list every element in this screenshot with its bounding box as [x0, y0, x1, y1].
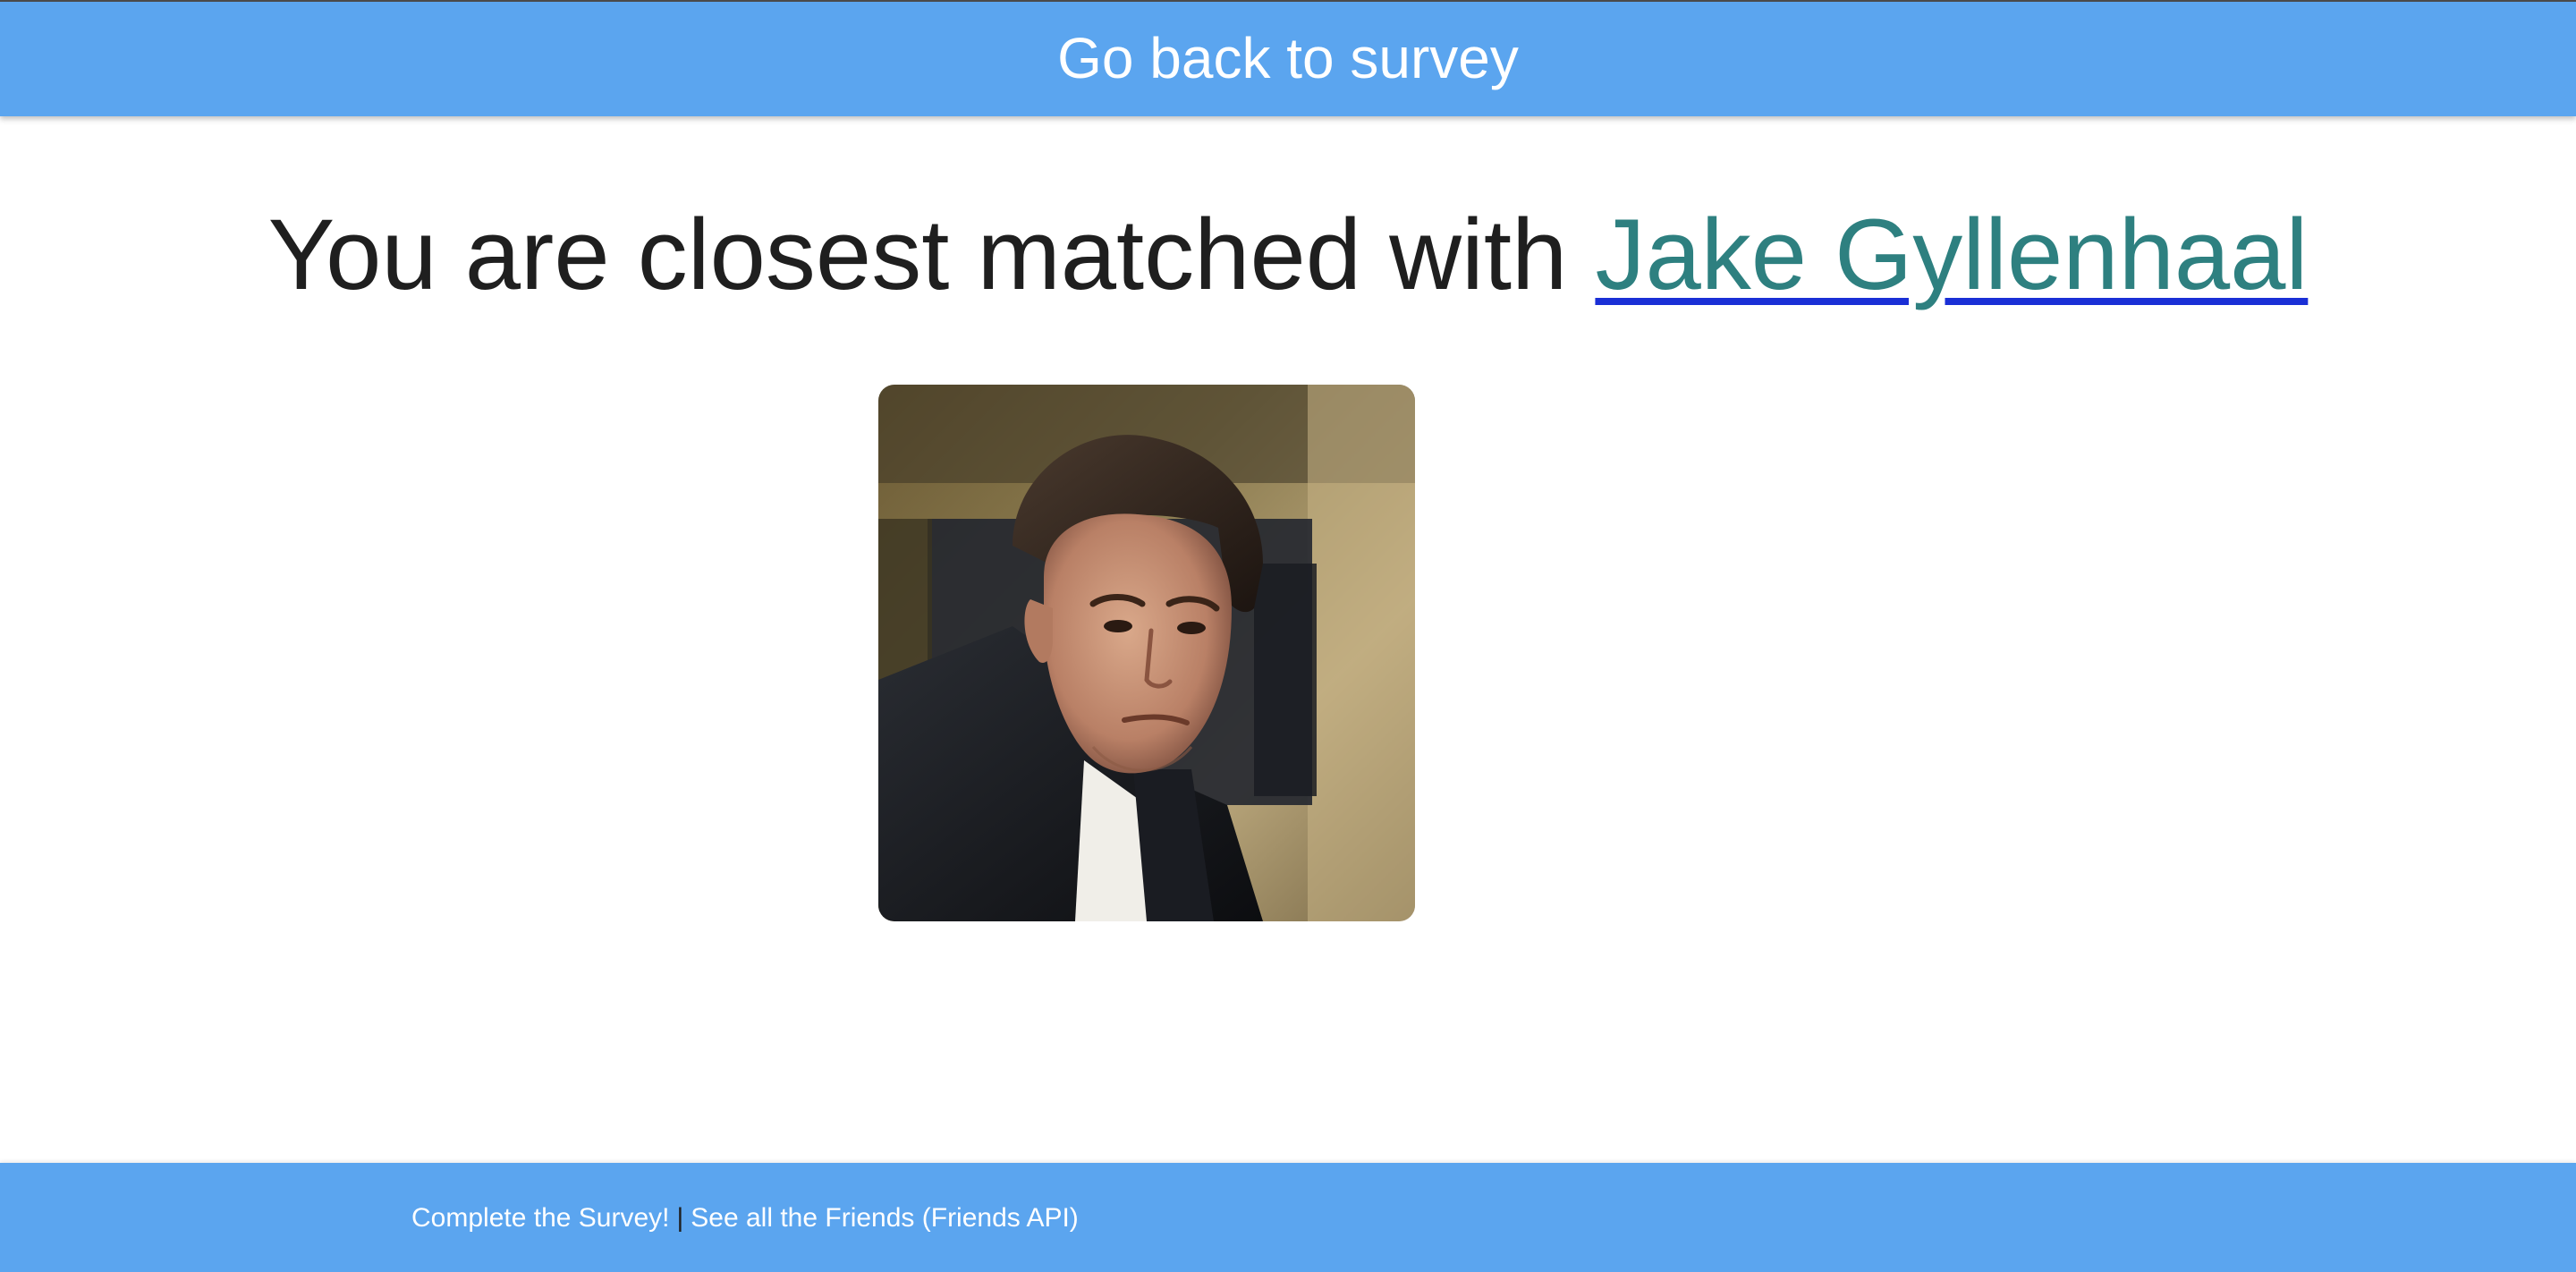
match-name-link[interactable]: Jake Gyllenhaal: [1595, 199, 2308, 310]
top-nav-bar: Go back to survey: [0, 0, 2576, 116]
match-photo-image: [878, 385, 1415, 921]
match-headline-prefix: You are closest matched with: [267, 199, 1568, 310]
footer-links: Complete the Survey! | See all the Friends…: [411, 1199, 1079, 1238]
complete-survey-link[interactable]: Complete the Survey!: [411, 1203, 669, 1233]
match-headline: You are closest matched with Jake Gyllen…: [0, 197, 2576, 313]
page: Go back to survey You are closest matche…: [0, 0, 2576, 1272]
back-to-survey-link[interactable]: Go back to survey: [1057, 30, 1519, 87]
footer-bar: Complete the Survey! | See all the Friends…: [0, 1163, 2576, 1272]
match-photo: [878, 385, 1415, 921]
footer-separator: |: [676, 1203, 684, 1233]
friends-api-link[interactable]: See all the Friends (Friends API): [691, 1203, 1079, 1233]
